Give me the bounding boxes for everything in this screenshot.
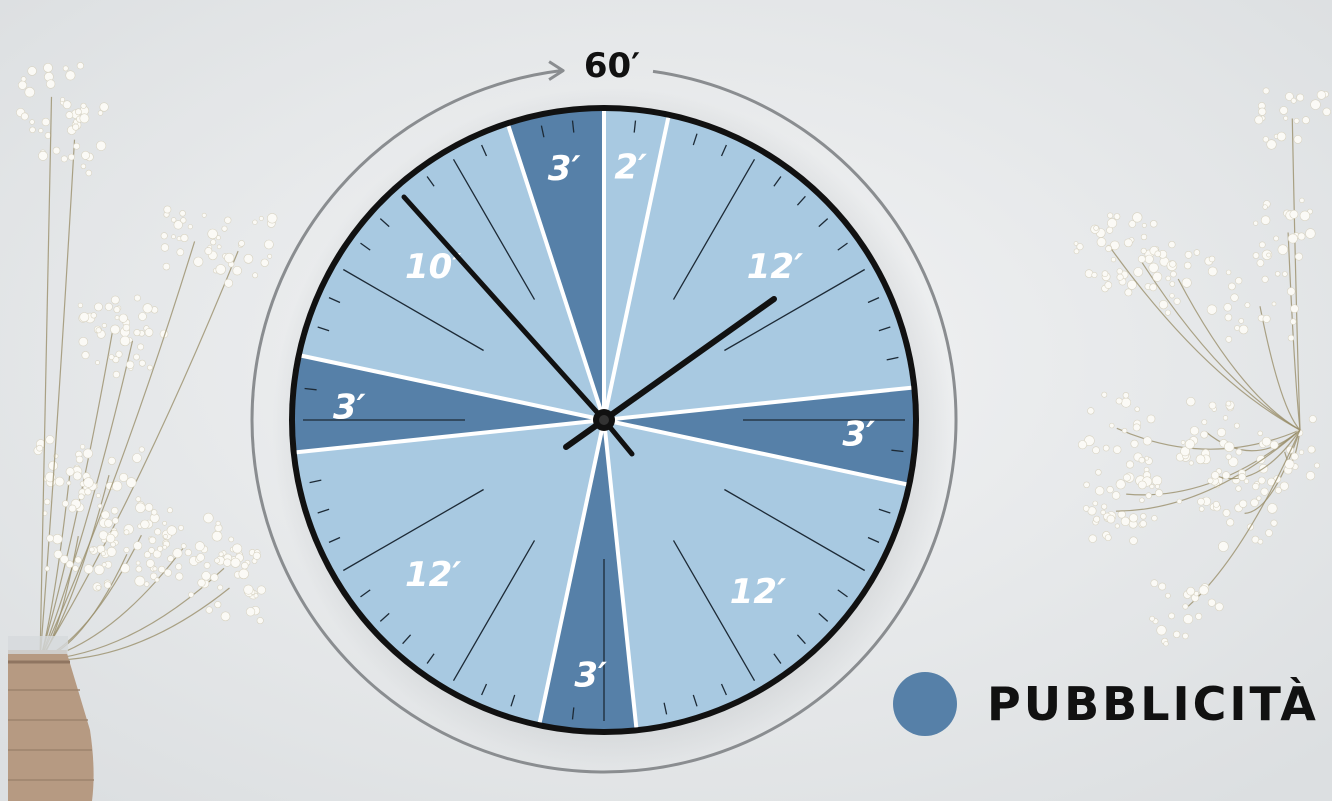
- slice-label-2: 3′: [842, 414, 875, 454]
- slice-label-4: 3′: [574, 656, 607, 696]
- slice-label-1: 12′: [747, 247, 803, 287]
- legend-label-advertising: PUBBLICITÀ: [987, 677, 1319, 731]
- slice-label-5: 12′: [405, 555, 461, 595]
- legend: PUBBLICITÀ: [893, 672, 1319, 736]
- slice-label-0: 2′: [614, 147, 647, 187]
- legend-swatch-advertising: [893, 672, 957, 736]
- total-duration-label: 60′: [584, 46, 640, 86]
- slice-label-3: 12′: [730, 572, 786, 612]
- slice-label-8: 3′: [548, 149, 581, 189]
- slice-label-6: 3′: [333, 388, 366, 428]
